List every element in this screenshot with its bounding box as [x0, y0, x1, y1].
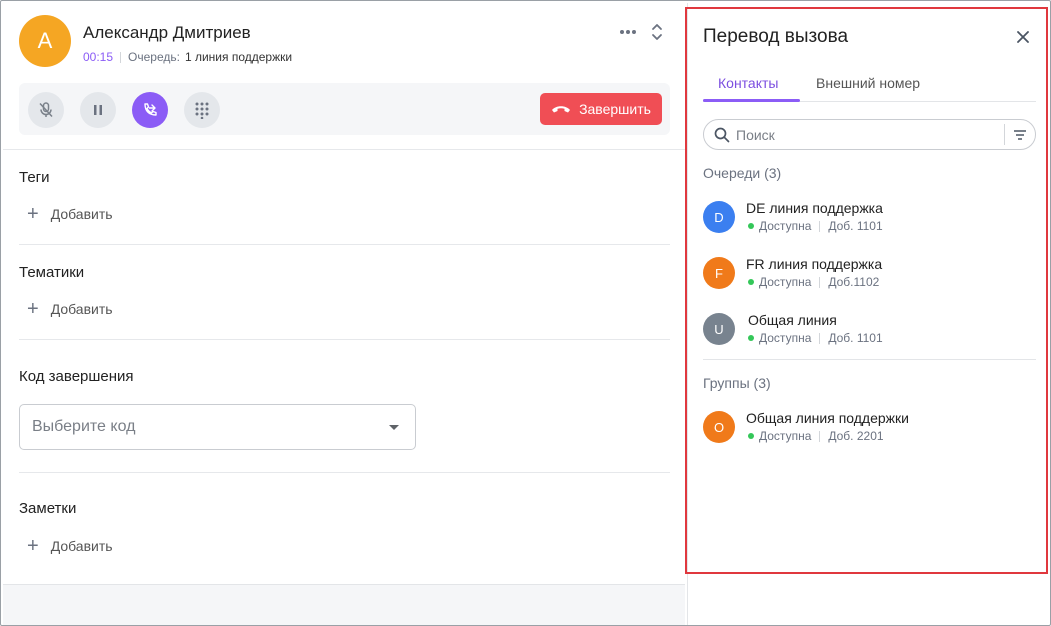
- status-separator: [819, 332, 821, 344]
- notes-title: Заметки: [19, 500, 77, 517]
- hangup-icon: [552, 106, 571, 113]
- contact-avatar: F: [703, 257, 735, 289]
- available-dot-icon: [748, 433, 754, 439]
- select-placeholder: Выберите код: [32, 418, 136, 435]
- extension-text: Доб. 1101: [828, 331, 883, 345]
- available-dot-icon: [748, 223, 754, 229]
- add-label: Добавить: [50, 206, 113, 222]
- contact-status: Доступна Доб. 1101: [748, 219, 883, 233]
- tags-title: Теги: [19, 169, 50, 186]
- contact-status: Доступна Доб. 1101: [748, 331, 883, 345]
- contact-avatar: D: [703, 201, 735, 233]
- call-meta: 00:15 Очередь: 1 линия поддержки: [83, 50, 292, 64]
- contact-name: Общая линия: [748, 312, 837, 328]
- tab-contacts[interactable]: Контакты: [718, 75, 778, 91]
- add-note-button[interactable]: + Добавить: [27, 536, 113, 556]
- caller-name: Александр Дмитриев: [83, 23, 251, 42]
- add-topic-button[interactable]: + Добавить: [27, 299, 113, 319]
- status-text: Доступна: [759, 331, 812, 345]
- end-call-button[interactable]: Завершить: [540, 93, 662, 125]
- add-label: Добавить: [50, 538, 113, 554]
- divider: [3, 149, 685, 150]
- hold-pause-icon[interactable]: [80, 92, 116, 128]
- completion-code-select[interactable]: Выберите код: [19, 404, 416, 450]
- caller-avatar: A: [19, 15, 71, 67]
- contact-status: Доступна Доб. 2201: [748, 429, 884, 443]
- queue-item-fr[interactable]: F FR линия поддержка Доступна Доб.1102: [703, 253, 1036, 297]
- status-separator: [819, 220, 821, 232]
- available-dot-icon: [748, 335, 754, 341]
- extension-text: Доб.1102: [828, 275, 880, 289]
- extension-text: Доб. 1101: [828, 219, 883, 233]
- transfer-tabs: Контакты Внешний номер: [703, 65, 1036, 102]
- call-panel: A Александр Дмитриев 00:15 Очередь: 1 ли…: [3, 3, 685, 625]
- filter-icon[interactable]: [1005, 120, 1035, 149]
- add-label: Добавить: [50, 301, 113, 317]
- more-options-icon[interactable]: [617, 21, 639, 43]
- transfer-call-icon[interactable]: [132, 92, 168, 128]
- divider: [703, 359, 1036, 360]
- status-text: Доступна: [759, 429, 812, 443]
- groups-label: Группы (3): [703, 375, 771, 391]
- queues-label: Очереди (3): [703, 165, 782, 181]
- contact-name: DE линия поддержка: [746, 200, 883, 216]
- active-tab-indicator: [703, 99, 800, 102]
- status-separator: [819, 276, 821, 288]
- search-placeholder: Поиск: [736, 126, 775, 143]
- call-toolbar: Завершить: [19, 83, 670, 135]
- expand-collapse-icon[interactable]: [647, 21, 667, 43]
- app-window: A Александр Дмитриев 00:15 Очередь: 1 ли…: [0, 0, 1051, 626]
- chevron-down-icon: [389, 425, 399, 430]
- contact-name: FR линия поддержка: [746, 256, 883, 272]
- plus-icon: +: [27, 298, 39, 320]
- contact-status: Доступна Доб.1102: [748, 275, 879, 289]
- queue-label: Очередь:: [128, 50, 180, 64]
- dialpad-icon[interactable]: [184, 92, 220, 128]
- call-timer: 00:15: [83, 50, 114, 64]
- meta-separator: [120, 51, 122, 63]
- contact-avatar: O: [703, 411, 735, 443]
- topics-title: Тематики: [19, 264, 85, 281]
- status-separator: [819, 430, 821, 442]
- plus-icon: +: [27, 203, 39, 225]
- contact-avatar: U: [703, 313, 735, 345]
- add-tag-button[interactable]: + Добавить: [27, 204, 113, 224]
- queue-item-de[interactable]: D DE линия поддержка Доступна Доб. 1101: [703, 197, 1036, 241]
- group-item-general-support[interactable]: O Общая линия поддержки Доступна Доб. 22…: [703, 407, 1036, 451]
- mute-mic-icon[interactable]: [28, 92, 64, 128]
- queue-value: 1 линия поддержки: [184, 50, 293, 64]
- divider: [19, 339, 670, 340]
- transfer-title: Перевод вызова: [703, 26, 849, 47]
- contact-name: Общая линия поддержки: [746, 410, 909, 426]
- available-dot-icon: [748, 279, 754, 285]
- completion-code-title: Код завершения: [19, 368, 134, 385]
- end-call-label: Завершить: [579, 101, 651, 117]
- search-icon: [714, 127, 730, 142]
- status-text: Доступна: [759, 275, 812, 289]
- transfer-panel: Перевод вызова Контакты Внешний номер По…: [687, 3, 1049, 625]
- divider: [19, 472, 670, 473]
- extension-text: Доб. 2201: [828, 429, 884, 443]
- plus-icon: +: [27, 535, 39, 557]
- divider: [19, 244, 670, 245]
- queue-item-general[interactable]: U Общая линия Доступна Доб. 1101: [703, 309, 1036, 353]
- close-icon[interactable]: [1013, 27, 1033, 47]
- status-text: Доступна: [759, 219, 812, 233]
- search-input[interactable]: Поиск: [703, 119, 1036, 150]
- tab-external-number[interactable]: Внешний номер: [816, 75, 920, 91]
- panel-footer: [3, 584, 685, 625]
